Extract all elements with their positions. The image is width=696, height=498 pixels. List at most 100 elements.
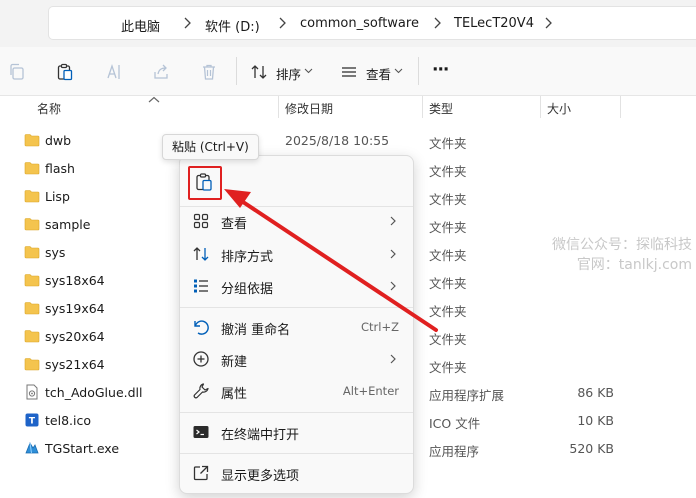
sort-icon [193, 247, 209, 261]
chevron-right-icon [390, 216, 396, 226]
menu-item-label: 在终端中打开 [221, 428, 300, 443]
sort-button[interactable]: 排序 [276, 64, 301, 83]
column-header-type[interactable]: 类型 [429, 100, 453, 117]
file-name: flash [45, 161, 75, 176]
breadcrumb-this-pc[interactable]: 此电脑 [121, 16, 160, 35]
file-name: sample [45, 217, 91, 232]
file-type: 文件夹 [429, 220, 467, 235]
column-divider[interactable] [540, 96, 541, 118]
file-type: 文件夹 [429, 136, 467, 151]
dll-file-icon [26, 384, 38, 400]
menu-item-shortcut: Ctrl+Z [361, 320, 399, 334]
file-name: TGStart.exe [45, 441, 120, 456]
chevron-down-icon[interactable] [304, 67, 313, 75]
exe-file-icon [25, 442, 39, 454]
file-name: sys21x64 [45, 357, 105, 372]
folder-icon [24, 274, 40, 287]
wrench-icon [193, 383, 209, 399]
menu-item-label: 新建 [221, 355, 248, 370]
context-menu: 查看 排序方式 分组依据 撤消 重命名 Ctrl+Z 新建 属性 Alt+Ent… [179, 155, 414, 494]
menu-item-show-more-options[interactable]: 显示更多选项 [184, 458, 409, 488]
menu-item-sort-by[interactable]: 排序方式 [184, 239, 409, 269]
breadcrumb-separator-icon[interactable] [541, 14, 555, 32]
folder-icon [24, 358, 40, 371]
paste-icon[interactable] [194, 172, 214, 192]
list-item[interactable]: dwb 2025/8/18 10:55 文件夹 [0, 126, 696, 154]
toolbar-divider [236, 57, 237, 85]
column-header-row: 名称 修改日期 类型 大小 [0, 96, 696, 120]
show-more-icon [193, 465, 209, 481]
file-name: sys18x64 [45, 273, 105, 288]
menu-item-open-in-terminal[interactable]: 在终端中打开 [184, 417, 409, 447]
column-header-size[interactable]: 大小 [547, 100, 571, 117]
menu-divider [180, 307, 413, 308]
breadcrumb-drive-d[interactable]: 软件 (D:) [205, 16, 260, 35]
file-name: dwb [45, 133, 72, 148]
menu-item-label: 排序方式 [221, 250, 274, 265]
view-icon[interactable] [340, 63, 358, 81]
chevron-down-icon[interactable] [394, 67, 403, 75]
folder-icon [24, 218, 40, 231]
file-type: 文件夹 [429, 164, 467, 179]
command-bar: 排序 查看 ··· [0, 47, 696, 96]
new-plus-icon [193, 351, 209, 367]
watermark-line-2: 官网：tanlkj.com [576, 257, 692, 273]
column-divider[interactable] [422, 96, 423, 118]
file-name: tch_AdoGlue.dll [45, 385, 143, 400]
file-name: sys [45, 245, 66, 260]
view-button[interactable]: 查看 [366, 64, 391, 83]
ico-file-icon: T [25, 413, 39, 427]
folder-icon [24, 330, 40, 343]
column-header-modified[interactable]: 修改日期 [285, 100, 333, 117]
paste-icon[interactable] [56, 63, 74, 81]
folder-icon [24, 246, 40, 259]
breadcrumb-separator-icon[interactable] [430, 14, 444, 32]
file-name: sys19x64 [45, 301, 105, 316]
menu-item-view[interactable]: 查看 [184, 206, 409, 236]
paste-tooltip: 粘贴 (Ctrl+V) [162, 134, 259, 160]
watermark-line-1: 微信公众号：探临科技 [552, 237, 692, 253]
column-divider[interactable] [620, 96, 621, 118]
column-header-name[interactable]: 名称 [37, 100, 61, 117]
menu-divider [180, 453, 413, 454]
grid-view-icon [193, 213, 209, 229]
toolbar-divider [418, 57, 419, 85]
file-type: 应用程序 [429, 444, 480, 459]
file-type: 文件夹 [429, 332, 467, 347]
file-name: sys20x64 [45, 329, 105, 344]
file-name: Lisp [45, 189, 70, 204]
breadcrumb-separator-icon[interactable] [275, 14, 289, 32]
menu-item-properties[interactable]: 属性 Alt+Enter [184, 376, 409, 406]
more-options-button[interactable]: ··· [432, 60, 449, 80]
file-type: 文件夹 [429, 276, 467, 291]
file-size: 520 KB [569, 441, 614, 456]
chevron-right-icon [390, 249, 396, 259]
breadcrumb-current-folder[interactable]: TELecT20V4 [454, 16, 534, 31]
file-name: tel8.ico [45, 413, 91, 428]
terminal-icon [193, 426, 209, 438]
folder-icon [24, 134, 40, 147]
group-by-icon [194, 279, 208, 293]
folder-icon [24, 190, 40, 203]
chevron-right-icon [390, 281, 396, 291]
menu-item-new[interactable]: 新建 [184, 344, 409, 374]
sort-icon[interactable] [250, 63, 268, 81]
column-divider[interactable] [278, 96, 279, 118]
breadcrumb[interactable]: 此电脑 软件 (D:) common_software TELecT20V4 [48, 6, 696, 40]
svg-text:T: T [29, 417, 36, 427]
delete-icon[interactable] [200, 63, 218, 81]
share-icon[interactable] [152, 63, 170, 81]
folder-icon [24, 302, 40, 315]
chevron-right-icon [390, 354, 396, 364]
menu-divider [180, 412, 413, 413]
breadcrumb-common-software[interactable]: common_software [300, 16, 419, 31]
menu-item-undo-rename[interactable]: 撤消 重命名 Ctrl+Z [184, 312, 409, 342]
menu-item-group-by[interactable]: 分组依据 [184, 271, 409, 301]
file-date: 2025/8/18 10:55 [285, 133, 390, 148]
file-type: 文件夹 [429, 360, 467, 375]
breadcrumb-separator-icon[interactable] [180, 14, 194, 32]
menu-item-shortcut: Alt+Enter [342, 384, 399, 398]
file-type: 文件夹 [429, 192, 467, 207]
copy-icon[interactable] [8, 63, 26, 81]
rename-icon[interactable] [105, 63, 123, 81]
